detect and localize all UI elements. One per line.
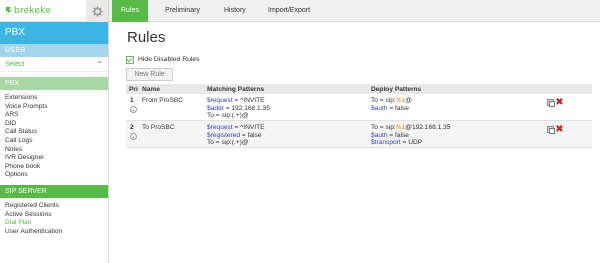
table-row[interactable]: 1 ▴ From ProSBC $request = ^INVITE $addr…	[126, 94, 592, 121]
sidebar-item-registered-clients[interactable]: Registered Clients	[5, 202, 103, 211]
gear-icon	[91, 5, 103, 17]
rule-priority: 2	[130, 124, 134, 131]
tab-rules[interactable]: Rules	[112, 0, 148, 22]
app-title-banner: PBX	[0, 22, 108, 44]
sidebar-item-notes[interactable]: Notes	[5, 146, 103, 155]
brand-logo-text: brekeke	[14, 6, 52, 16]
rule-priority: 1	[130, 97, 134, 104]
sidebar-item-active-sessions[interactable]: Active Sessions	[5, 211, 103, 220]
sidebar: brekeke PBX USER Select ⌃ PBX Extensions…	[0, 0, 109, 263]
brekeke-logo-icon	[6, 7, 12, 14]
rule-name[interactable]: From ProSBC	[142, 97, 183, 105]
top-tab-bar: Rules Preliminary History Import/Export	[109, 0, 600, 22]
column-header-pri: Pri	[129, 86, 138, 93]
copy-icon[interactable]	[547, 126, 555, 134]
reorder-icon[interactable]: ▴	[130, 105, 137, 113]
page-title: Rules	[127, 29, 166, 46]
sidebar-item-phone-book[interactable]: Phone book	[5, 163, 103, 172]
user-select-label: Select	[5, 61, 25, 68]
pbx-section-header[interactable]: PBX	[0, 77, 108, 90]
user-section-header: USER	[0, 44, 108, 57]
settings-button[interactable]	[86, 0, 108, 22]
hide-disabled-rules-row: Hide Disabled Rules	[126, 55, 200, 64]
hide-disabled-rules-label: Hide Disabled Rules	[138, 56, 200, 63]
tab-import-export[interactable]: Import/Export	[259, 0, 319, 22]
deploy-patterns: To = sip:%1@ $auth = false	[371, 97, 412, 112]
copy-icon[interactable]	[547, 99, 555, 107]
tab-preliminary[interactable]: Preliminary	[156, 0, 209, 22]
sidebar-item-user-authentication[interactable]: User Authentication	[5, 228, 103, 237]
table-row[interactable]: 2 ▴ To ProSBC $request = ^INVITE $regist…	[126, 121, 592, 148]
new-rule-button[interactable]: New Rule	[126, 68, 173, 81]
column-header-matching: Matching Patterns	[207, 86, 265, 93]
sip-server-section-header[interactable]: SIP SERVER	[0, 184, 108, 198]
column-header-deploy: Deploy Patterns	[371, 86, 422, 93]
hide-disabled-rules-checkbox[interactable]	[126, 55, 134, 64]
sidebar-item-voice-prompts[interactable]: Voice Prompts	[5, 103, 103, 112]
logo-bar: brekeke	[0, 0, 108, 22]
pbx-menu: Extensions Voice Prompts ARS DID Call St…	[0, 90, 108, 180]
delete-icon[interactable]: ✖	[555, 98, 564, 108]
matching-patterns: $request = ^INVITE $addr = 192.168.1.35 …	[207, 97, 270, 120]
column-header-name: Name	[142, 86, 160, 93]
main-content: Rules Hide Disabled Rules New Rule Pri N…	[109, 22, 600, 263]
sidebar-item-ars[interactable]: ARS	[5, 111, 103, 120]
sidebar-item-did[interactable]: DID	[5, 120, 103, 129]
chevron-up-icon: ⌃	[96, 60, 103, 69]
sidebar-item-options[interactable]: Options	[5, 171, 103, 180]
user-select-dropdown[interactable]: Select ⌃	[0, 57, 108, 72]
sidebar-item-call-logs[interactable]: Call Logs	[5, 137, 103, 146]
delete-icon[interactable]: ✖	[555, 125, 564, 135]
rule-name[interactable]: To ProSBC	[142, 124, 175, 132]
sidebar-item-call-status[interactable]: Call Status	[5, 128, 103, 137]
rules-table: Pri Name Matching Patterns Deploy Patter…	[126, 84, 592, 148]
deploy-patterns: To = sip:%1@192.168.1.35 $auth = false $…	[371, 124, 451, 147]
sidebar-item-ivr-designer[interactable]: IVR Designer	[5, 154, 103, 163]
table-header: Pri Name Matching Patterns Deploy Patter…	[126, 84, 592, 94]
sidebar-item-extensions[interactable]: Extensions	[5, 94, 103, 103]
sidebar-item-dial-plan[interactable]: Dial Plan	[5, 219, 103, 228]
matching-patterns: $request = ^INVITE $registered = false T…	[207, 124, 265, 147]
reorder-icon[interactable]: ▴	[130, 132, 137, 140]
tab-history[interactable]: History	[215, 0, 255, 22]
sip-menu: Registered Clients Active Sessions Dial …	[0, 198, 108, 236]
